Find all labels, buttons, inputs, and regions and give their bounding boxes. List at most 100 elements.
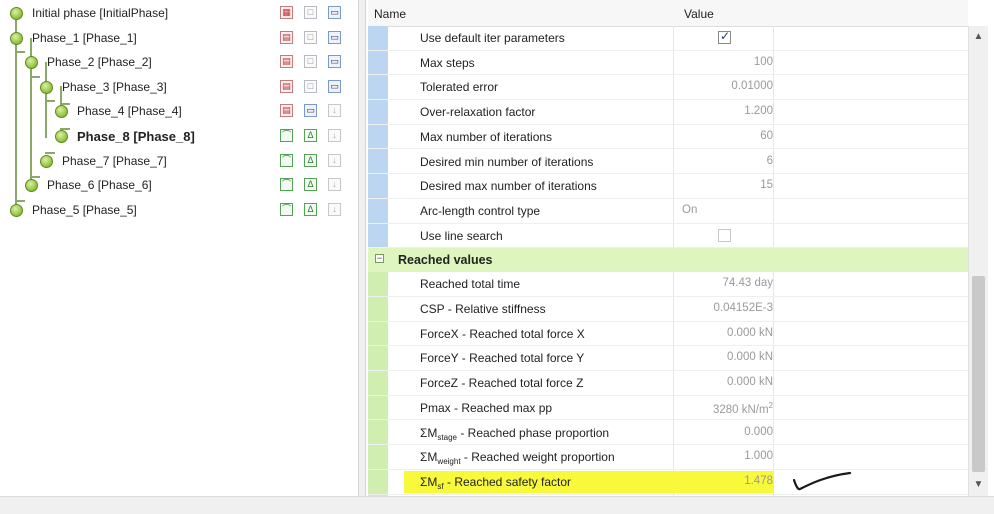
down-arrow-icon[interactable]: ↓ xyxy=(328,178,341,192)
curve-icon[interactable]: ⌒ xyxy=(280,178,293,192)
property-name-symbol: ΣM xyxy=(420,450,438,465)
phase-tree-item[interactable]: Phase_1 [Phase_1] ▤ □ ▭ xyxy=(0,27,358,51)
property-name-subscript: stage xyxy=(437,432,457,442)
phase-tree-item[interactable]: Phase_4 [Phase_4] ▤ ▭ ↓ xyxy=(0,100,358,124)
property-value[interactable]: 1.200 xyxy=(744,105,773,117)
property-row[interactable]: ΣMweight - Reached weight proportion 1.00… xyxy=(368,445,968,470)
save-icon[interactable]: ▭ xyxy=(328,6,341,19)
property-name-text: - Reached weight proportion xyxy=(460,450,615,465)
down-arrow-icon[interactable]: ↓ xyxy=(328,153,341,167)
property-row[interactable]: CSP - Relative stiffness 0.04152E-3 xyxy=(368,297,968,322)
down-arrow-icon[interactable]: ↓ xyxy=(328,129,341,142)
property-value[interactable]: 0.04152E-3 xyxy=(714,302,773,314)
property-value-text: 0.000 kN xyxy=(726,351,773,364)
property-value[interactable]: 15 xyxy=(760,179,773,191)
property-row[interactable]: Max number of iterations 60 xyxy=(368,125,968,150)
property-value[interactable]: 100 xyxy=(754,56,773,68)
value-column-header[interactable]: Value xyxy=(684,7,714,21)
save-icon[interactable]: ▭ xyxy=(304,104,317,118)
property-value-text: 0.01000 xyxy=(731,80,773,93)
property-value[interactable]: 60 xyxy=(760,130,773,142)
curve-icon[interactable]: ⌒ xyxy=(280,129,293,142)
save-icon[interactable]: ▭ xyxy=(328,55,341,69)
phase-tree-item[interactable]: Phase_8 [Phase_8] ⌒ Δ ↓ xyxy=(0,125,358,149)
status-bar xyxy=(0,496,994,514)
property-row[interactable]: Over-relaxation factor 1.200 xyxy=(368,100,968,125)
property-value[interactable]: 0.01000 xyxy=(731,80,773,92)
phase-label: Initial phase [InitialPhase] xyxy=(32,6,169,20)
property-value[interactable]: 0.000 xyxy=(744,426,773,438)
property-row[interactable]: ForceX - Reached total force X 0.000 kN xyxy=(368,322,968,347)
calc-grid-icon[interactable]: ▦ xyxy=(280,6,293,19)
grid-icon[interactable]: □ xyxy=(304,30,317,44)
scroll-thumb[interactable] xyxy=(972,276,985,472)
property-name: ΣMweight - Reached weight proportion xyxy=(420,450,615,466)
property-row[interactable]: Pmax - Reached max pp 3280 kN/m2 xyxy=(368,396,968,421)
name-column-header[interactable]: Name xyxy=(374,7,406,21)
property-row[interactable]: Arc-length control type On xyxy=(368,199,968,224)
property-value[interactable]: 1.478 xyxy=(744,475,773,487)
property-value[interactable]: 3280 kN/m2 xyxy=(713,401,773,416)
calc-icon[interactable]: ▤ xyxy=(280,104,293,118)
collapse-toggle-icon[interactable]: − xyxy=(375,254,384,264)
property-value-text: 0.04152E-3 xyxy=(713,302,773,314)
phase-tree-item[interactable]: Phase_2 [Phase_2] ▤ □ ▭ xyxy=(0,51,358,75)
phase-tree-item[interactable]: Phase_7 [Phase_7] ⌒ Δ ↓ xyxy=(0,150,358,174)
property-row[interactable]: ForceZ - Reached total force Z 0.000 kN xyxy=(368,371,968,396)
property-row[interactable]: Desired max number of iterations 15 xyxy=(368,174,968,199)
property-value-text: 1.478 xyxy=(744,474,773,487)
grid-icon[interactable]: □ xyxy=(304,6,317,19)
property-value-text: On xyxy=(682,203,698,216)
property-value-text: 74.43 day xyxy=(722,277,773,290)
phase-tree-item[interactable]: Phase_6 [Phase_6] ⌒ Δ ↓ xyxy=(0,174,358,198)
property-value[interactable]: 0.000 kN xyxy=(727,376,773,388)
triangle-icon[interactable]: Δ xyxy=(304,129,317,142)
property-value-text: 100 xyxy=(753,55,773,68)
property-value[interactable]: 6 xyxy=(767,155,773,167)
triangle-icon[interactable]: Δ xyxy=(304,153,317,167)
property-row[interactable]: Reached total time 74.43 day xyxy=(368,272,968,297)
property-name-text: - Reached safety factor xyxy=(443,474,572,489)
property-value[interactable]: 0.000 kN xyxy=(727,351,773,363)
save-icon[interactable]: ▭ xyxy=(328,30,341,44)
property-row[interactable]: Use default iter parameters xyxy=(368,26,968,51)
property-row[interactable]: ΣMsf - Reached safety factor 1.478 xyxy=(368,470,968,495)
property-value[interactable]: 1.000 xyxy=(744,450,773,462)
property-row[interactable]: Max steps 100 xyxy=(368,51,968,76)
phase-label: Phase_6 [Phase_6] xyxy=(47,178,152,193)
property-name-symbol: ΣM xyxy=(420,474,438,489)
phase-status-icon xyxy=(40,154,53,168)
property-checkbox[interactable] xyxy=(718,228,731,242)
calc-icon[interactable]: ▤ xyxy=(280,30,293,44)
vertical-scrollbar[interactable]: ▲ ▼ xyxy=(968,26,988,496)
phase-tree-item[interactable]: Phase_3 [Phase_3] ▤ □ ▭ xyxy=(0,76,358,100)
triangle-icon[interactable]: Δ xyxy=(304,178,317,192)
property-value[interactable]: 74.43 day xyxy=(722,277,773,289)
property-checkbox[interactable] xyxy=(718,29,731,44)
phase-tree-item[interactable]: Initial phase [InitialPhase] ▦ □ ▭ xyxy=(0,2,358,26)
property-row[interactable]: Tolerated error 0.01000 xyxy=(368,75,968,101)
property-row[interactable]: ForceY - Reached total force Y 0.000 kN xyxy=(368,346,968,372)
property-row[interactable]: Use line search xyxy=(368,224,968,249)
triangle-icon[interactable]: Δ xyxy=(304,202,317,216)
grid-icon[interactable]: □ xyxy=(304,55,317,69)
panel-splitter[interactable] xyxy=(358,0,366,496)
property-row[interactable]: Desired min number of iterations 6 xyxy=(368,150,968,175)
phase-tree-item[interactable]: Phase_5 [Phase_5] ⌒ Δ ↓ xyxy=(0,199,358,223)
scroll-up-icon[interactable]: ▲ xyxy=(969,28,988,46)
calc-icon[interactable]: ▤ xyxy=(280,55,293,69)
category-reached-values[interactable]: − Reached values xyxy=(368,248,968,273)
save-icon[interactable]: ▭ xyxy=(328,79,341,93)
grid-icon[interactable]: □ xyxy=(304,79,317,93)
curve-icon[interactable]: ⌒ xyxy=(280,153,293,167)
down-arrow-icon[interactable]: ↓ xyxy=(328,202,341,216)
property-value-text: 15 xyxy=(760,179,773,192)
property-value[interactable]: On xyxy=(682,204,697,216)
calc-icon[interactable]: ▤ xyxy=(280,79,293,93)
property-row[interactable]: ΣMstage - Reached phase proportion 0.000 xyxy=(368,421,968,446)
property-name: Use default iter parameters xyxy=(420,31,565,45)
property-value[interactable]: 0.000 kN xyxy=(727,327,773,339)
down-arrow-icon[interactable]: ↓ xyxy=(328,104,341,118)
scroll-down-icon[interactable]: ▼ xyxy=(969,476,988,494)
curve-icon[interactable]: ⌒ xyxy=(280,202,293,216)
